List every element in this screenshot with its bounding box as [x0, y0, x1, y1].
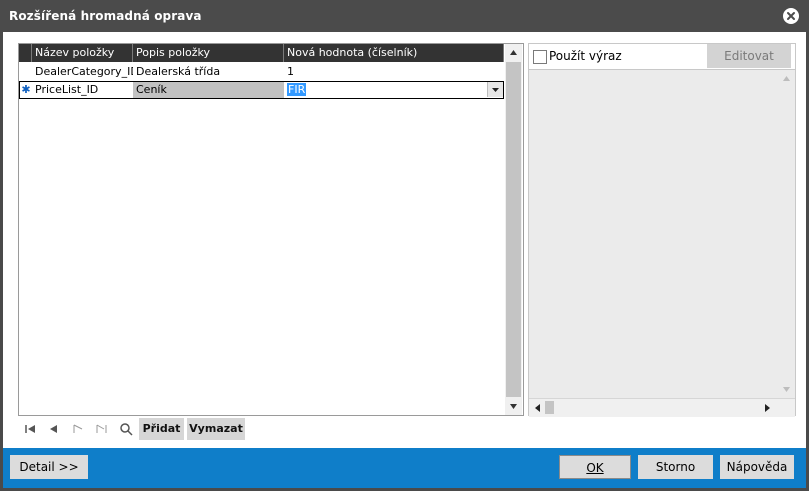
- search-button[interactable]: [119, 422, 133, 436]
- value-dropdown-text[interactable]: FIR: [287, 83, 307, 96]
- chevron-down-icon: [492, 88, 499, 92]
- editor-scroll-left[interactable]: [531, 399, 545, 417]
- column-header-value[interactable]: Nová hodnota (číselník): [284, 44, 504, 62]
- table-row-description-cell[interactable]: Ceník: [133, 82, 284, 98]
- skip-last-icon: [96, 424, 107, 433]
- next-record-button[interactable]: [71, 422, 85, 436]
- edit-button[interactable]: Editovat: [707, 44, 791, 68]
- scroll-up-button[interactable]: [505, 44, 522, 61]
- cancel-button[interactable]: Storno: [638, 455, 713, 479]
- expression-editor[interactable]: [529, 69, 795, 417]
- delete-button[interactable]: Vymazat: [187, 418, 245, 440]
- triangle-down-icon: [510, 404, 517, 409]
- triangle-down-icon: [783, 387, 790, 392]
- help-button[interactable]: Nápověda: [720, 455, 794, 479]
- editor-scroll-down[interactable]: [778, 381, 795, 398]
- first-record-button[interactable]: [23, 422, 37, 436]
- previous-record-button[interactable]: [47, 422, 59, 436]
- editor-scroll-right[interactable]: [760, 399, 774, 417]
- close-button[interactable]: [783, 8, 799, 24]
- triangle-right-icon: [765, 404, 770, 412]
- row-indicator: [19, 64, 32, 80]
- expression-panel: Použít výraz Editovat: [528, 43, 796, 417]
- skip-first-icon: [25, 425, 35, 433]
- triangle-up-icon: [510, 50, 517, 55]
- last-record-button[interactable]: [95, 422, 109, 436]
- value-dropdown[interactable]: FIR: [284, 82, 503, 98]
- table-row-name-cell[interactable]: PriceList_ID: [32, 82, 133, 98]
- scroll-thumb[interactable]: [506, 62, 521, 397]
- editor-scroll-up[interactable]: [778, 70, 795, 87]
- detail-button[interactable]: Detail >>: [10, 455, 88, 479]
- use-expression-label: Použít výraz: [549, 49, 622, 63]
- ok-button[interactable]: OK: [559, 455, 631, 479]
- footer-bar: Detail >> OK Storno Nápověda: [3, 448, 806, 488]
- triangle-right-outline-icon: [73, 424, 83, 433]
- dialog-title: Rozšířená hromadná oprava: [9, 9, 202, 23]
- triangle-left-icon: [50, 425, 57, 433]
- close-icon: [787, 12, 795, 20]
- search-icon: [120, 423, 133, 436]
- editor-vertical-scrollbar[interactable]: [778, 70, 795, 398]
- use-expression-checkbox[interactable]: [533, 50, 547, 64]
- row-indicator-header: [19, 44, 32, 62]
- grid-area: Název položky Popis položky Nová hodnota…: [19, 44, 505, 415]
- dialog-window: Rozšířená hromadná oprava Název položky …: [0, 0, 809, 491]
- triangle-up-icon: [783, 76, 790, 81]
- dropdown-button[interactable]: [487, 82, 503, 97]
- editor-horizontal-scrollbar[interactable]: [529, 398, 795, 417]
- row-indicator-new: ✱: [21, 83, 31, 96]
- table-row-description-cell[interactable]: Dealerská třída: [133, 64, 284, 80]
- grid-vertical-scrollbar[interactable]: [505, 44, 522, 415]
- table-row-name-cell[interactable]: DealerCategory_ID: [32, 64, 133, 80]
- scroll-down-button[interactable]: [505, 398, 522, 415]
- table-row-value-cell[interactable]: 1: [284, 64, 504, 80]
- editor-h-scroll-thumb[interactable]: [545, 401, 554, 414]
- column-header-description[interactable]: Popis položky: [133, 44, 284, 62]
- add-button[interactable]: Přidat: [139, 418, 184, 440]
- column-header-name[interactable]: Název položky: [32, 44, 133, 62]
- title-bar: Rozšířená hromadná oprava: [0, 0, 809, 32]
- field-grid: Název položky Popis položky Nová hodnota…: [18, 43, 524, 416]
- dialog-content: Název položky Popis položky Nová hodnota…: [3, 32, 806, 448]
- triangle-left-icon: [535, 404, 540, 412]
